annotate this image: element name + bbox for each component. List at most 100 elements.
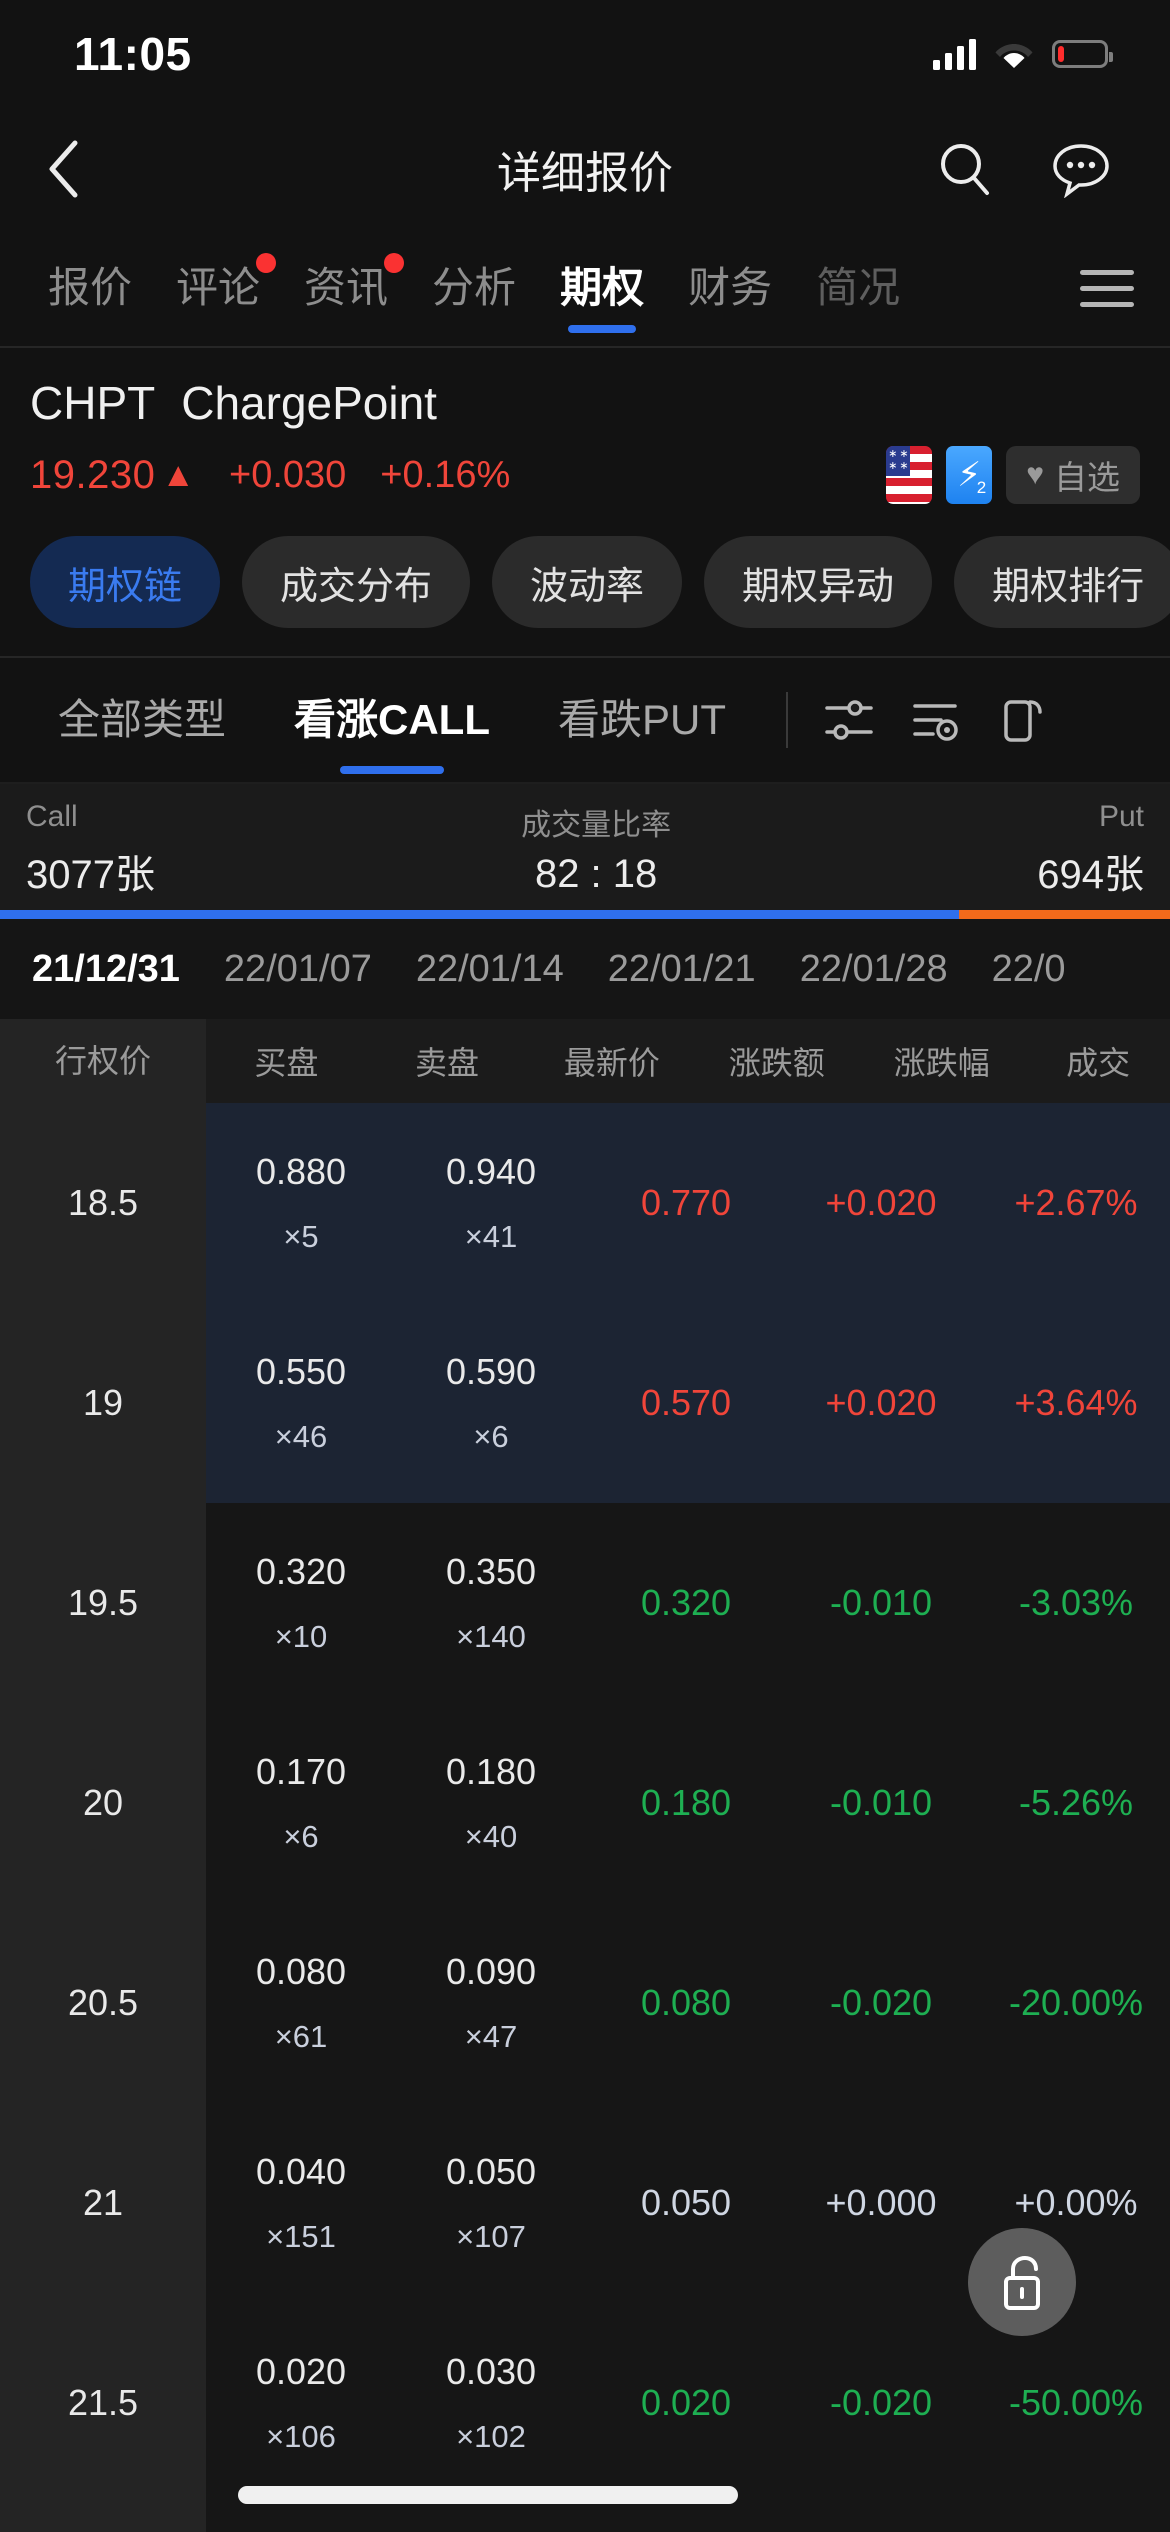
pill-volatility[interactable]: 波动率 [492, 536, 683, 628]
horizontal-scrollbar[interactable] [238, 2486, 738, 2504]
ratio-value: 82 : 18 [534, 852, 658, 896]
stock-symbol: CHPT [30, 377, 156, 429]
header-bid[interactable]: 买盘 [206, 1038, 367, 1084]
tab-all-types[interactable]: 全部类型 [24, 656, 260, 784]
row-cells: 0.320×100.350×1400.320-0.010-3.03%246 [206, 1503, 1170, 1703]
hamburger-menu-icon[interactable] [1080, 269, 1144, 307]
symbol-row: CHPT ChargePoint [30, 376, 1140, 430]
price-change: +0.030 [229, 453, 347, 496]
cell-ask: 0.180 ×40 [396, 1751, 586, 1855]
add-to-watchlist-button[interactable]: ♥ 自选 [1006, 446, 1140, 504]
row-cells: 0.080×610.090×470.080-0.020-20.00%256 [206, 1903, 1170, 2103]
stock-header: CHPT ChargePoint 19.230 ▲ +0.030 +0.16% … [0, 348, 1170, 514]
watchlist-label: 自选 [1054, 459, 1120, 496]
header-last[interactable]: 最新价 [527, 1038, 696, 1084]
tab-analysis[interactable]: 分析 [410, 229, 538, 347]
wifi-icon [994, 39, 1034, 69]
cell-bid-price: 0.320 [255, 1551, 347, 1592]
tab-profile[interactable]: 简况 [794, 229, 922, 347]
cell-ask-price: 0.940 [445, 1151, 537, 1192]
tab-label: 全部类型 [58, 696, 227, 743]
nav-actions [922, 126, 1124, 212]
cell-bid: 0.170 ×6 [206, 1751, 396, 1855]
pill-volume-distribution[interactable]: 成交分布 [242, 536, 471, 628]
header-ask[interactable]: 卖盘 [367, 1038, 528, 1084]
expiry-tab[interactable]: 22/01/21 [586, 948, 778, 991]
tab-news[interactable]: 资讯 [282, 229, 410, 347]
price-row: 19.230 ▲ +0.030 +0.16% ∗∗ ∗∗ ⚡ 2 ♥ 自选 [30, 446, 1140, 504]
cell-ask: 0.590 ×6 [396, 1351, 586, 1455]
more-options-icon[interactable] [1038, 126, 1124, 212]
list-settings-icon[interactable] [892, 677, 978, 763]
cell-strike: 22 [0, 2503, 206, 2532]
expiry-tab[interactable]: 22/01/14 [394, 948, 586, 991]
cell-ask-price: 0.180 [445, 1751, 537, 1792]
pill-label: 成交分布 [280, 565, 433, 608]
header-volume[interactable]: 成交 [1026, 1038, 1170, 1084]
expiry-tab[interactable]: 22/01/07 [202, 948, 394, 991]
cell-change-pct: +0.00% [1014, 2182, 1138, 2223]
cell-bid: 0.080 ×61 [206, 1951, 396, 2055]
cell-bid-price: 0.880 [255, 1151, 347, 1192]
tab-options[interactable]: 期权 [538, 229, 666, 347]
back-button[interactable] [46, 134, 116, 204]
tab-label: 评论 [176, 264, 261, 311]
cell-strike: 21.5 [0, 2303, 206, 2503]
table-row[interactable]: 20.50.080×610.090×470.080-0.020-20.00%25… [0, 1903, 1170, 2103]
cell-ask: 0.350 ×140 [396, 1551, 586, 1655]
cell-strike: 19 [0, 1303, 206, 1503]
cell-ask-qty: ×47 [464, 2019, 518, 2054]
cell-ask-qty: ×41 [464, 1219, 518, 1254]
row-cells: 0.010×1360.020×40.020-0.010-33.33%10 [206, 2503, 1170, 2532]
level2-quote-icon[interactable]: ⚡ 2 [946, 446, 993, 504]
put-ratio-segment [959, 910, 1170, 919]
expiry-tab[interactable]: 22/0 [970, 948, 1088, 991]
sliders-filter-icon[interactable] [806, 677, 892, 763]
cell-bid: 0.320 ×10 [206, 1551, 396, 1655]
option-section-pills: 期权链 成交分布 波动率 期权异动 期权排行 [0, 514, 1170, 656]
table-row[interactable]: 200.170×60.180×400.180-0.010-5.26%199 [0, 1703, 1170, 1903]
header-change-pct[interactable]: 涨跌幅 [857, 1038, 1026, 1084]
tab-label: 报价 [48, 264, 133, 311]
pill-option-ranking[interactable]: 期权排行 [954, 536, 1170, 628]
cell-ask: 0.090 ×47 [396, 1951, 586, 2055]
expiry-tab[interactable]: 21/12/31 [10, 948, 202, 991]
table-row[interactable]: 220.010×1360.020×40.020-0.010-33.33%10 [0, 2503, 1170, 2532]
table-row[interactable]: 190.550×460.590×60.570+0.020+3.64%272 [0, 1303, 1170, 1503]
tab-put[interactable]: 看跌PUT [524, 656, 760, 784]
expiry-tab[interactable]: 22/01/28 [778, 948, 970, 991]
cell-bid-qty: ×61 [274, 2019, 328, 2054]
cell-bid-qty: ×10 [274, 1619, 328, 1654]
pill-unusual-activity[interactable]: 期权异动 [704, 536, 933, 628]
cell-bid: 0.040 ×151 [206, 2151, 396, 2255]
cell-bid-price: 0.020 [255, 2351, 347, 2392]
header-change[interactable]: 涨跌额 [696, 1038, 857, 1084]
call-ratio-segment [0, 910, 960, 919]
pill-option-chain[interactable]: 期权链 [30, 536, 221, 628]
cell-ask-qty: ×40 [464, 1819, 518, 1854]
tab-quotes[interactable]: 报价 [26, 229, 154, 347]
unlocked-padlock-icon[interactable] [968, 2228, 1076, 2336]
rotate-screen-icon[interactable] [978, 677, 1064, 763]
search-icon[interactable] [922, 126, 1008, 212]
tab-label: 资讯 [304, 264, 389, 311]
call-put-volume-ratio: Call 3077张 成交量比率 82 : 18 Put 694张 [0, 784, 1170, 910]
row-cells: 0.880×50.940×410.770+0.020+2.67%20 [206, 1103, 1170, 1303]
cell-change: +0.000 [825, 2182, 937, 2223]
header-strike[interactable]: 行权价 [0, 1019, 206, 1103]
call-volume-block: Call 3077张 [26, 800, 155, 900]
table-row[interactable]: 19.50.320×100.350×1400.320-0.010-3.03%24… [0, 1503, 1170, 1703]
tab-call[interactable]: 看涨CALL [260, 656, 524, 784]
put-value: 694张 [1037, 853, 1144, 897]
nav-bar: 详细报价 [0, 108, 1170, 230]
cell-last-price: 0.180 [640, 1782, 732, 1823]
tab-comments[interactable]: 评论 [154, 229, 282, 347]
cell-strike: 21 [0, 2103, 206, 2303]
cell-bid-qty: ×151 [266, 2219, 336, 2254]
tab-financials[interactable]: 财务 [666, 229, 794, 347]
table-row[interactable]: 21.5 0.020 ×106 0.030 ×102 0.020 -0.020 -50.00%… [0, 2303, 1170, 2503]
heart-icon: ♥ [1026, 458, 1044, 491]
cell-bid-qty: ×6 [283, 1819, 319, 1854]
cell-bid-price: 0.170 [255, 1751, 347, 1792]
table-row[interactable]: 18.50.880×50.940×410.770+0.020+2.67%20 [0, 1103, 1170, 1303]
